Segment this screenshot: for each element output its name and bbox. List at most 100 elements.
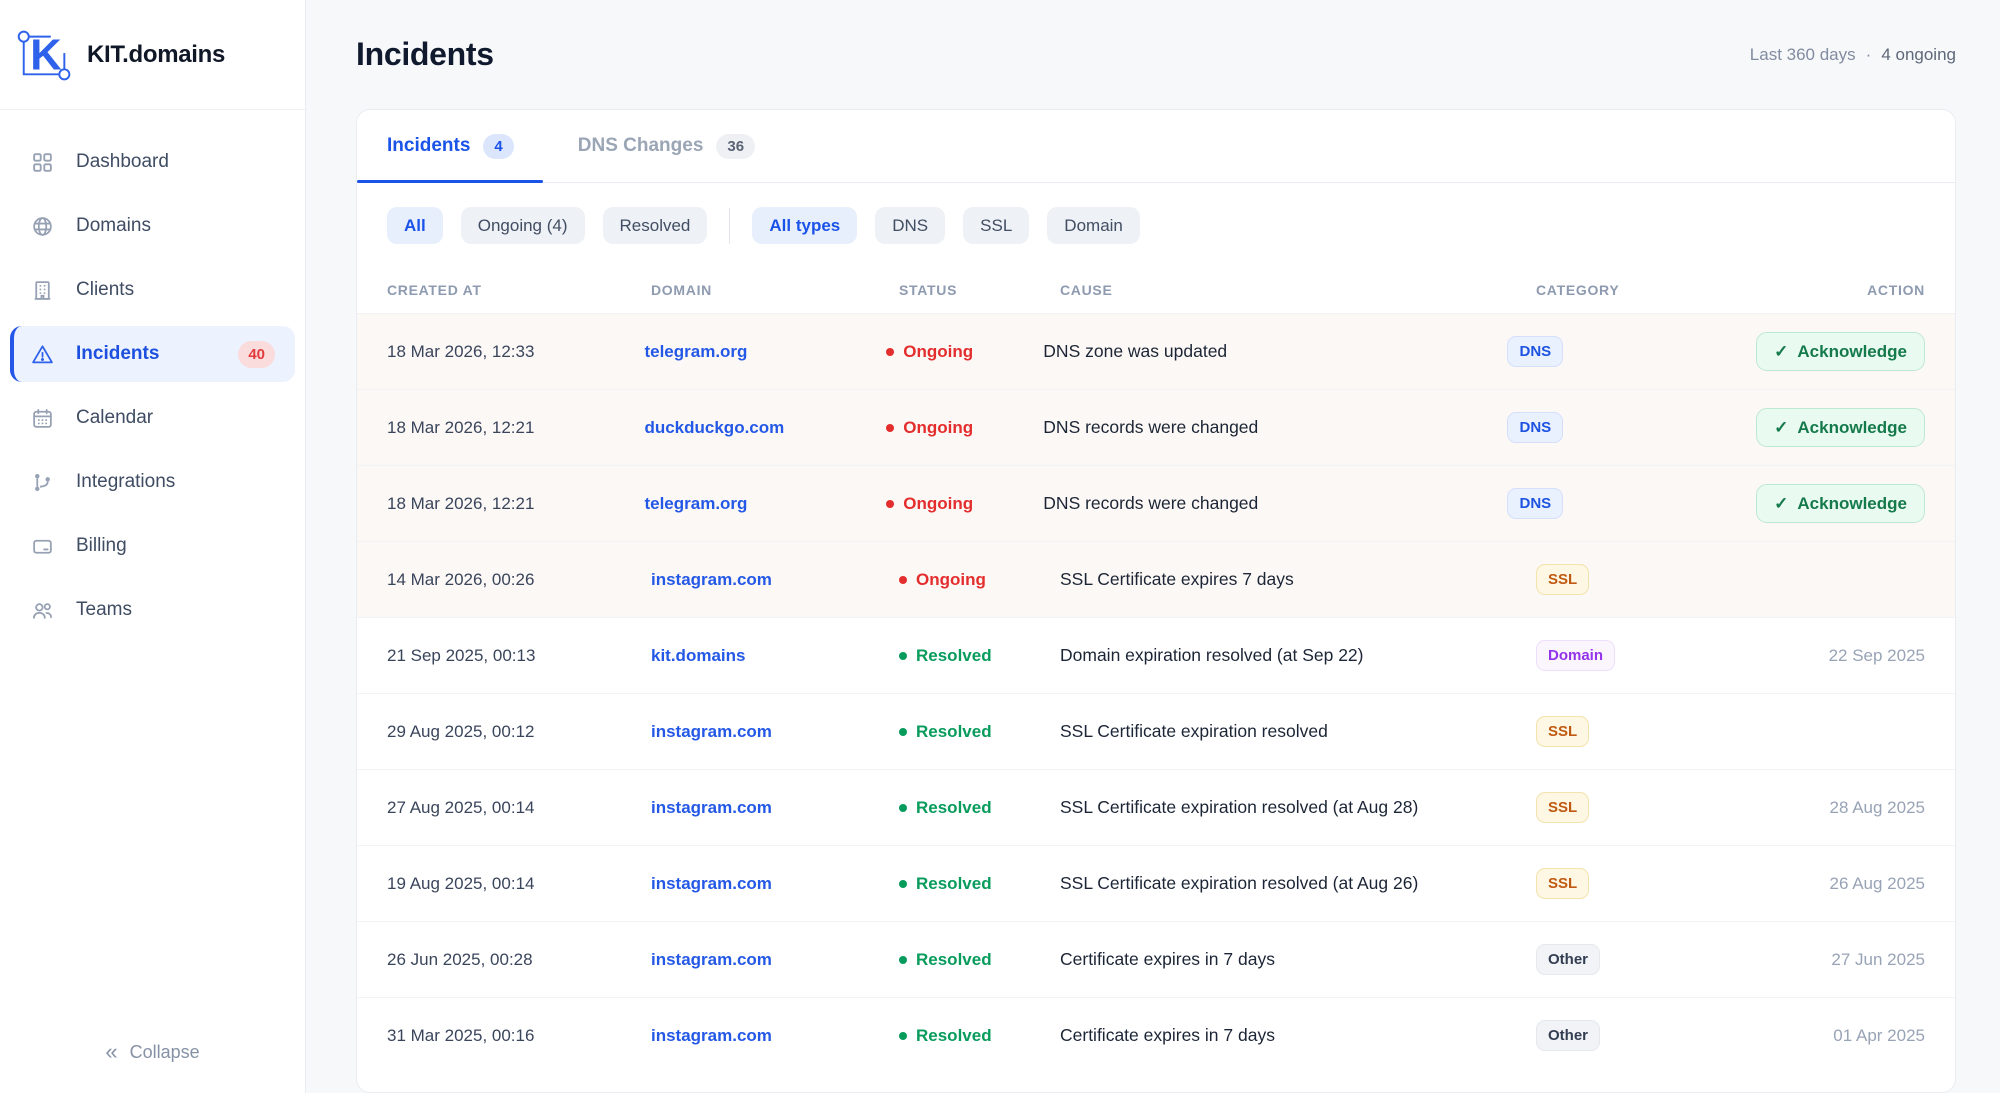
- status-label: Ongoing: [903, 342, 973, 362]
- created-at-cell: 19 Aug 2025, 00:14: [387, 874, 651, 894]
- tab-dns-changes[interactable]: DNS Changes 36: [578, 134, 755, 159]
- domain-link[interactable]: instagram.com: [651, 722, 772, 741]
- category-badge: SSL: [1536, 792, 1589, 823]
- cause-cell: SSL Certificate expires 7 days: [1060, 569, 1536, 590]
- sidebar-nav: Dashboard Domains: [0, 110, 305, 1015]
- domain-link[interactable]: telegram.org: [644, 494, 747, 513]
- status-label: Ongoing: [903, 494, 973, 514]
- domain-link[interactable]: instagram.com: [651, 570, 772, 589]
- main-content: Incidents Last 360 days · 4 ongoing Inci…: [306, 0, 2000, 1093]
- acknowledge-button[interactable]: ✓ Acknowledge: [1756, 332, 1925, 371]
- collapse-label: Collapse: [130, 1042, 200, 1063]
- domain-link[interactable]: telegram.org: [644, 342, 747, 361]
- filter-chip-all-types[interactable]: All types: [752, 207, 857, 244]
- collapse-sidebar-button[interactable]: « Collapse: [0, 1015, 305, 1093]
- sidebar-item-label: Domains: [76, 215, 151, 237]
- domain-link[interactable]: duckduckgo.com: [644, 418, 784, 437]
- collapse-icon: «: [105, 1041, 117, 1063]
- cause-cell: SSL Certificate expiration resolved (at …: [1060, 873, 1536, 894]
- resolved-date-cell: 28 Aug 2025: [1791, 798, 1925, 818]
- page-title: Incidents: [356, 36, 494, 73]
- sidebar: K KIT.domains Dashboard: [0, 0, 306, 1093]
- sidebar-item-billing[interactable]: Billing: [10, 518, 295, 574]
- users-icon: [30, 598, 54, 622]
- incident-rows: 18 Mar 2026, 12:33 telegram.org Ongoing …: [357, 313, 1955, 1073]
- acknowledge-button[interactable]: ✓Acknowledge: [1756, 484, 1925, 523]
- cause-cell: Certificate expires in 7 days: [1060, 949, 1536, 970]
- sidebar-item-label: Teams: [76, 599, 132, 621]
- check-icon: ✓: [1774, 343, 1788, 360]
- column-header-action: ACTION: [1791, 282, 1925, 298]
- acknowledge-label: Acknowledge: [1797, 343, 1907, 360]
- status-label: Ongoing: [903, 418, 973, 438]
- category-badge: Domain: [1536, 640, 1615, 671]
- filter-chip-all[interactable]: All: [387, 207, 443, 244]
- created-at-cell: 14 Mar 2026, 00:26: [387, 570, 651, 590]
- tab-label: DNS Changes: [578, 135, 704, 157]
- status-dot-icon: [899, 880, 907, 888]
- incidents-card: Incidents 4 DNS Changes 36 All Ongoing (…: [356, 109, 1956, 1093]
- action-cell: ✓ Acknowledge: [1756, 332, 1925, 371]
- sidebar-item-calendar[interactable]: Calendar: [10, 390, 295, 446]
- calendar-icon: [30, 406, 54, 430]
- sidebar-item-teams[interactable]: Teams: [10, 582, 295, 638]
- sidebar-item-incidents[interactable]: Incidents 40: [10, 326, 295, 382]
- filter-chip-dns[interactable]: DNS: [875, 207, 945, 244]
- category-badge: SSL: [1536, 716, 1589, 747]
- resolved-date-cell: 27 Jun 2025: [1791, 950, 1925, 970]
- table-row: 29 Aug 2025, 00:12 instagram.com Resolve…: [357, 693, 1955, 769]
- brand-logo-icon: K: [16, 26, 74, 84]
- acknowledge-button[interactable]: ✓Acknowledge: [1756, 408, 1925, 447]
- status-label: Resolved: [916, 798, 992, 818]
- domain-link[interactable]: instagram.com: [651, 874, 772, 893]
- action-cell: ✓Acknowledge: [1756, 484, 1925, 523]
- domain-link[interactable]: instagram.com: [651, 950, 772, 969]
- sidebar-item-integrations[interactable]: Integrations: [10, 454, 295, 510]
- acknowledge-label: Acknowledge: [1797, 495, 1907, 512]
- cause-cell: DNS zone was updated: [1043, 341, 1507, 362]
- domain-link[interactable]: instagram.com: [651, 1026, 772, 1045]
- sidebar-item-label: Billing: [76, 535, 127, 557]
- status-cell: Ongoing: [886, 418, 1043, 438]
- status-dot-icon: [899, 1032, 907, 1040]
- column-header-created-at: CREATED AT: [387, 282, 651, 298]
- status-cell: Resolved: [899, 646, 1060, 666]
- column-header-category: CATEGORY: [1536, 282, 1791, 298]
- grid-icon: [30, 150, 54, 174]
- domain-link[interactable]: instagram.com: [651, 798, 772, 817]
- sidebar-item-clients[interactable]: Clients: [10, 262, 295, 318]
- filter-chip-domain[interactable]: Domain: [1047, 207, 1140, 244]
- cause-cell: Domain expiration resolved (at Sep 22): [1060, 645, 1536, 666]
- sidebar-item-domains[interactable]: Domains: [10, 198, 295, 254]
- building-icon: [30, 278, 54, 302]
- created-at-cell: 27 Aug 2025, 00:14: [387, 798, 651, 818]
- meta-separator: ·: [1866, 45, 1872, 65]
- status-cell: Resolved: [899, 722, 1060, 742]
- status-dot-icon: [899, 728, 907, 736]
- status-label: Ongoing: [916, 570, 986, 590]
- page-header: Incidents Last 360 days · 4 ongoing: [356, 0, 1956, 109]
- globe-icon: [30, 214, 54, 238]
- created-at-cell: 21 Sep 2025, 00:13: [387, 646, 651, 666]
- table-row: 21 Sep 2025, 00:13 kit.domains Resolved …: [357, 617, 1955, 693]
- check-icon: ✓: [1774, 419, 1788, 436]
- table-row: 18 Mar 2026, 12:21 telegram.org Ongoing …: [357, 465, 1955, 541]
- column-header-cause: CAUSE: [1060, 282, 1536, 298]
- filter-chip-resolved[interactable]: Resolved: [603, 207, 708, 244]
- tab-bar: Incidents 4 DNS Changes 36: [357, 110, 1955, 183]
- created-at-cell: 31 Mar 2025, 00:16: [387, 1026, 651, 1046]
- brand-name: KIT.domains: [87, 41, 225, 69]
- created-at-cell: 26 Jun 2025, 00:28: [387, 950, 651, 970]
- brand: K KIT.domains: [0, 0, 305, 110]
- column-header-status: STATUS: [899, 282, 1060, 298]
- resolved-date-cell: 22 Sep 2025: [1791, 646, 1925, 666]
- category-badge: DNS: [1507, 488, 1563, 519]
- filter-chip-ongoing[interactable]: Ongoing (4): [461, 207, 585, 244]
- action-cell: ✓Acknowledge: [1756, 408, 1925, 447]
- sidebar-item-label: Dashboard: [76, 151, 169, 173]
- status-dot-icon: [899, 652, 907, 660]
- filter-chip-ssl[interactable]: SSL: [963, 207, 1029, 244]
- domain-link[interactable]: kit.domains: [651, 646, 745, 665]
- tab-incidents[interactable]: Incidents 4: [387, 134, 514, 159]
- sidebar-item-dashboard[interactable]: Dashboard: [10, 134, 295, 190]
